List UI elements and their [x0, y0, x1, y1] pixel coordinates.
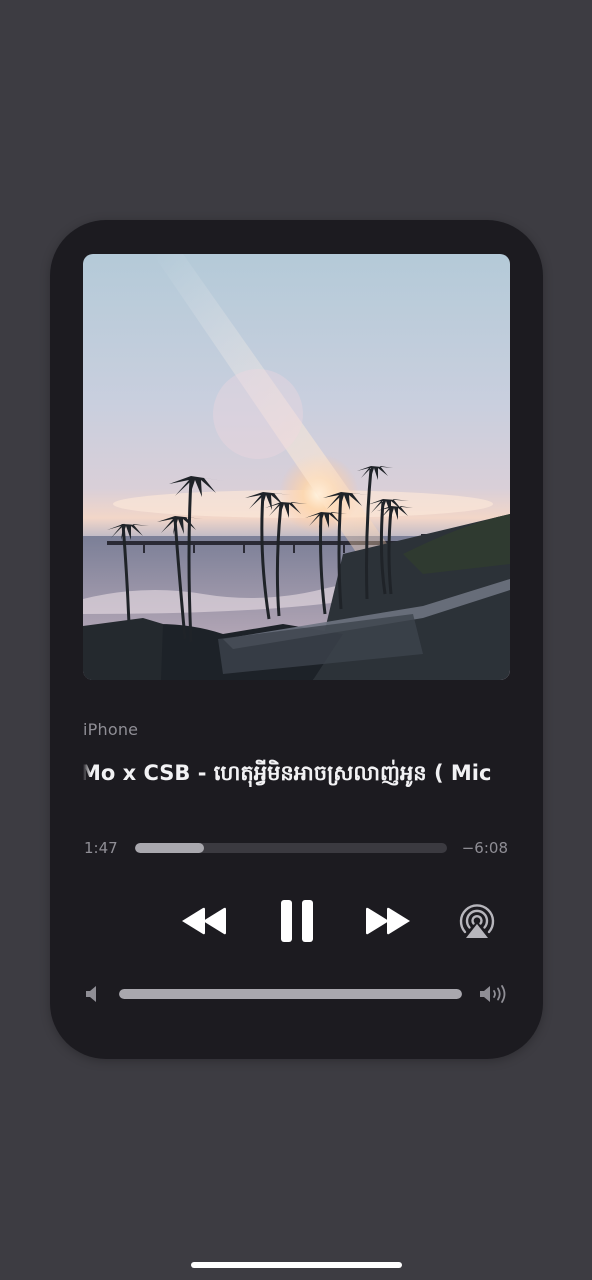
time-elapsed: 1:47 — [84, 839, 118, 857]
playback-progress-fill — [135, 843, 204, 853]
playback-scrubber[interactable] — [135, 843, 447, 853]
fast-forward-button[interactable] — [360, 900, 416, 942]
album-artwork[interactable] — [83, 254, 510, 680]
volume-high-icon-wrap — [478, 982, 510, 1006]
airplay-button[interactable] — [456, 901, 498, 941]
song-title: Mo x CSB - ហេតុអ្វីមិនអាចស្រលាញ់អូន ( Mi… — [83, 761, 492, 785]
speaker-low-icon — [86, 986, 96, 1002]
output-device-label: iPhone — [83, 720, 139, 739]
now-playing-card: iPhone Mo x CSB - ហេតុអ្វីមិនអាចស្រលាញ់អ… — [50, 220, 543, 1059]
pause-button[interactable] — [272, 895, 322, 947]
rewind-icon — [182, 907, 226, 935]
rewind-button[interactable] — [176, 900, 232, 942]
fast-forward-icon — [366, 907, 410, 935]
volume-slider[interactable] — [119, 989, 462, 999]
home-indicator[interactable] — [191, 1262, 402, 1268]
time-remaining: −6:08 — [461, 839, 508, 857]
pause-icon — [281, 900, 313, 942]
volume-low-icon-wrap — [83, 982, 101, 1006]
airplay-audio-icon — [459, 904, 495, 938]
song-title-marquee: Mo x CSB - ហេតុអ្វីមិនអាចស្រលាញ់អូន ( Mi… — [83, 756, 511, 790]
speaker-high-icon — [480, 985, 506, 1003]
volume-fill — [119, 989, 462, 999]
